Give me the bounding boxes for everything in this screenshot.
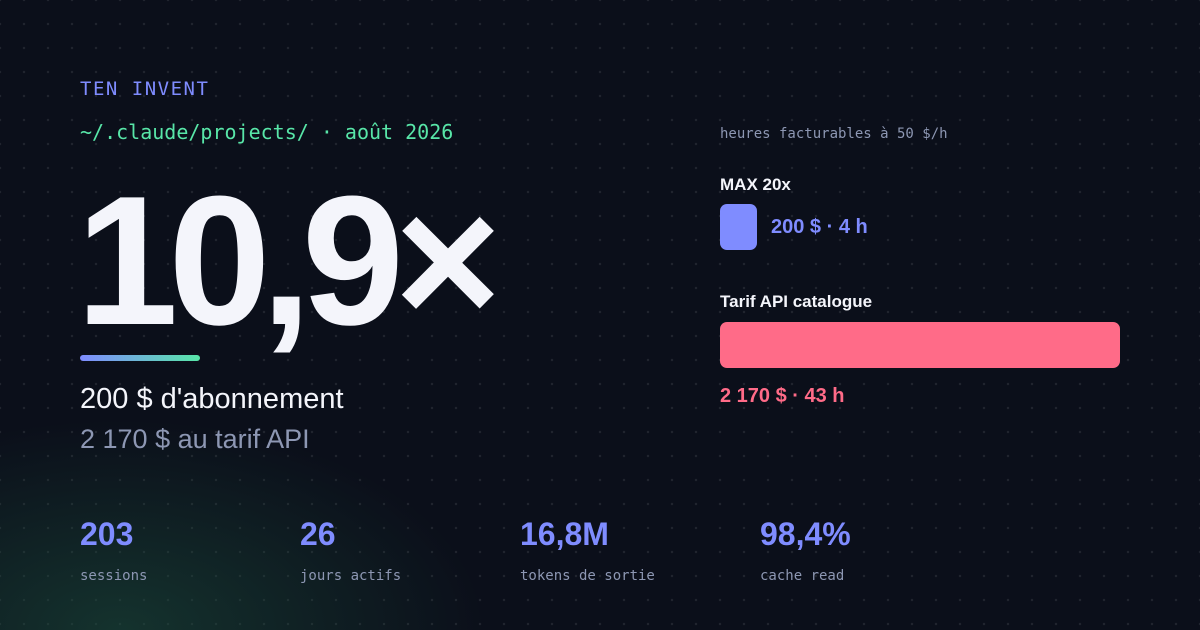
stat-active-days: 26 jours actifs <box>300 518 401 584</box>
stat-output-tokens: 16,8M tokens de sortie <box>520 518 655 584</box>
share-card: { "brand": "TEN INVENT", "path_line": "~… <box>0 0 1200 630</box>
value-multiplier: 10,9× <box>76 157 502 363</box>
brand-name: TEN INVENT <box>80 78 210 100</box>
stat-value: 203 <box>80 516 134 552</box>
billable-hours-caption: heures facturables à 50 $/h <box>720 126 948 142</box>
stat-value: 16,8M <box>520 516 609 552</box>
stat-label: cache read <box>760 568 845 584</box>
api-label: Tarif API catalogue <box>720 292 873 311</box>
api-value: 2 170 $ · 43 h <box>720 385 845 407</box>
stat-sessions: 203 sessions <box>80 518 147 584</box>
plan-bar <box>720 204 757 250</box>
plan-label: MAX 20x <box>720 175 791 194</box>
stat-value: 98,4% <box>760 516 851 552</box>
stat-label: tokens de sortie <box>520 568 655 584</box>
stat-value: 26 <box>300 516 336 552</box>
stat-label: jours actifs <box>300 568 402 584</box>
api-bar <box>720 322 1120 368</box>
project-path-date: ~/.claude/projects/ · août 2026 <box>80 120 454 144</box>
plan-value: 200 $ · 4 h <box>771 216 868 238</box>
subscription-cost: 200 $ d'abonnement <box>80 383 344 415</box>
stat-label: sessions <box>80 568 148 584</box>
stat-cache-read: 98,4% cache read <box>760 518 851 584</box>
accent-underline <box>80 355 200 361</box>
api-bar-track <box>720 322 1120 368</box>
api-equivalent-cost: 2 170 $ au tarif API <box>80 424 310 454</box>
